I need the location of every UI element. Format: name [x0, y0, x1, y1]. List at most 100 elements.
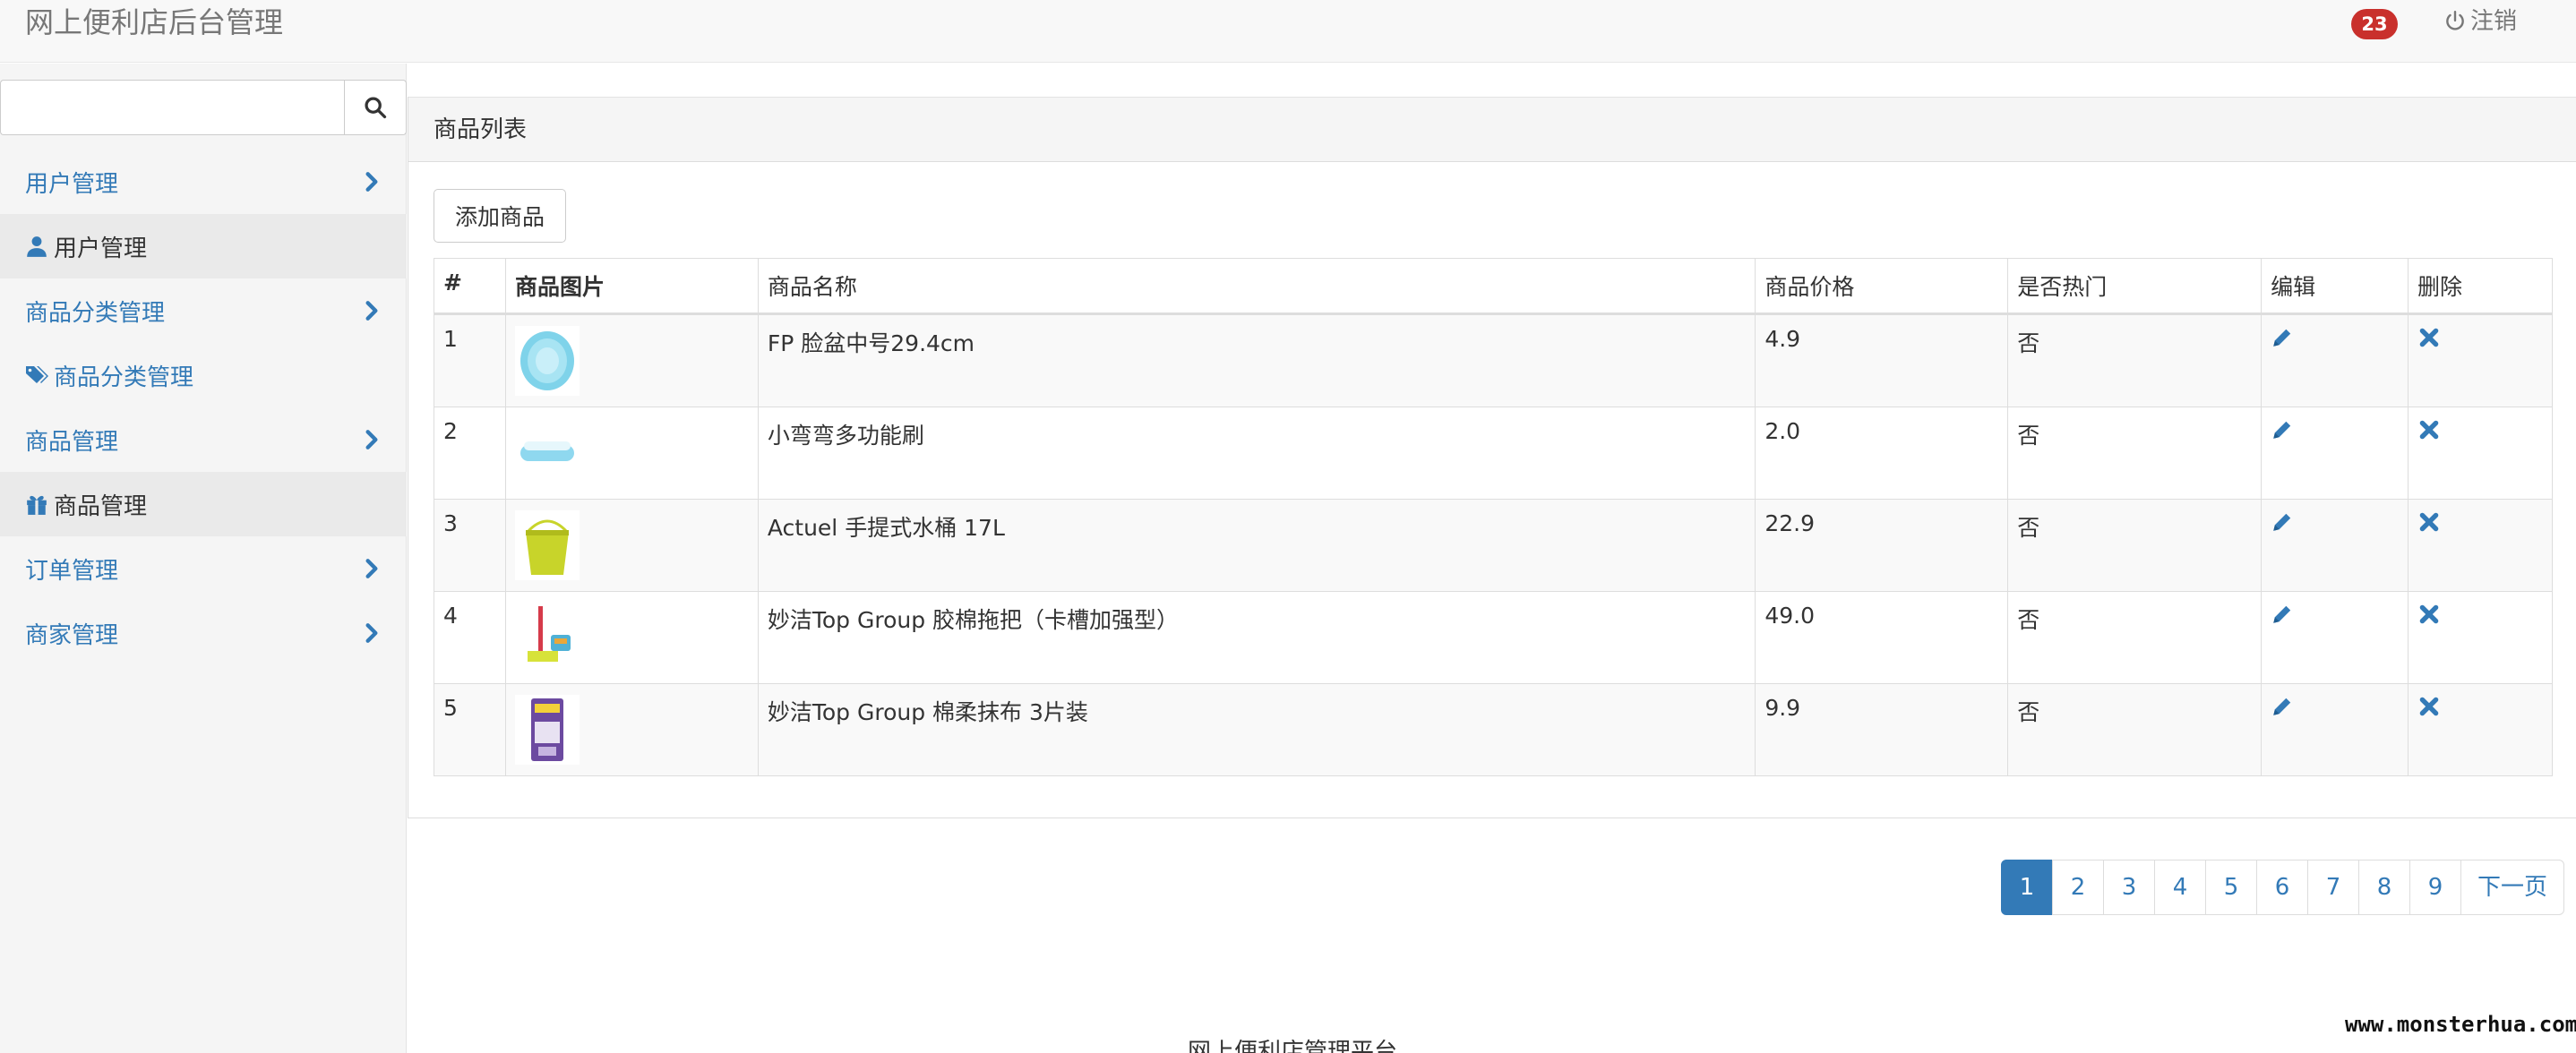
table-row: 5 妙洁Top Group 棉柔抹布 3片装 9.9 否: [434, 683, 2553, 776]
logout-button[interactable]: 注销: [2443, 5, 2517, 38]
brand-title[interactable]: 网上便利店后台管理: [25, 4, 283, 41]
chevron-right-icon: [365, 559, 378, 578]
page-8[interactable]: 8: [2358, 860, 2410, 915]
column-header-hot: 是否热门: [2007, 258, 2263, 315]
row-index: 2: [434, 407, 506, 500]
close-icon[interactable]: [2417, 695, 2441, 718]
table-row: 4 妙洁Top Group 胶棉拖把（卡槽加强型） 49.0 否: [434, 591, 2553, 684]
column-header-price: 商品价格: [1755, 258, 2009, 315]
edit-cell: [2261, 313, 2409, 407]
close-icon[interactable]: [2417, 418, 2441, 441]
logout-label: 注销: [2470, 8, 2518, 35]
chevron-right-icon: [365, 430, 378, 449]
row-index: 3: [434, 499, 506, 592]
mop-icon: [514, 603, 580, 672]
sidebar-item-product-management[interactable]: 商品管理: [0, 407, 407, 472]
pagination: 1 2 3 4 5 6 7 8 9 下一页: [2001, 860, 2565, 915]
sidebar-subitem-label: 用户管理: [54, 235, 148, 262]
page-5[interactable]: 5: [2205, 860, 2257, 915]
panel-title: 商品列表: [408, 98, 2576, 162]
delete-cell: [2408, 591, 2553, 684]
row-hot: 否: [2007, 313, 2263, 407]
user-icon: [27, 236, 47, 257]
page-3[interactable]: 3: [2103, 860, 2155, 915]
close-icon[interactable]: [2417, 326, 2441, 349]
row-image-cell: [504, 591, 759, 684]
row-price: 49.0: [1755, 591, 2009, 684]
next-page-button[interactable]: 下一页: [2460, 860, 2565, 915]
brush-icon: [514, 418, 580, 488]
sidebar-subitem-user-management[interactable]: 用户管理: [0, 214, 407, 278]
column-header-edit: 编辑: [2261, 258, 2409, 315]
notification-badge[interactable]: 23: [2351, 9, 2398, 39]
sidebar-item-merchant-management[interactable]: 商家管理: [0, 601, 407, 665]
page-6[interactable]: 6: [2256, 860, 2308, 915]
row-image-cell: [504, 313, 759, 407]
chevron-right-icon: [365, 172, 378, 192]
pencil-icon[interactable]: [2271, 603, 2294, 626]
row-hot: 否: [2007, 407, 2263, 500]
product-list-panel: 商品列表 添加商品 # 商品图片 商品名称 商品价格 是否热门 编辑 删除 1: [408, 97, 2576, 818]
page-4[interactable]: 4: [2154, 860, 2206, 915]
page-1[interactable]: 1: [2001, 860, 2053, 915]
bucket-icon: [514, 510, 580, 580]
pencil-icon[interactable]: [2271, 510, 2294, 534]
cloth-icon: [514, 695, 580, 765]
pencil-icon[interactable]: [2271, 695, 2294, 718]
sidebar-item-label: 商品分类管理: [25, 299, 166, 327]
pencil-icon[interactable]: [2271, 326, 2294, 349]
edit-cell: [2261, 683, 2409, 776]
search-button[interactable]: [344, 80, 407, 135]
product-table: # 商品图片 商品名称 商品价格 是否热门 编辑 删除 1 FP 脸盆中号29.…: [434, 258, 2553, 776]
search-input[interactable]: [0, 80, 344, 135]
pencil-icon[interactable]: [2271, 418, 2294, 441]
search-icon: [365, 97, 387, 119]
chevron-right-icon: [365, 301, 378, 321]
sidebar-subitem-label: 商品管理: [54, 492, 148, 520]
sidebar: 用户管理 用户管理 商品分类管理 商品分类管理 商品管理 商品管理 订单管理 商…: [0, 64, 407, 1053]
delete-cell: [2408, 499, 2553, 592]
sidebar-subitem-label: 商品分类管理: [54, 364, 194, 391]
sidebar-item-label: 商家管理: [25, 621, 119, 649]
delete-cell: [2408, 407, 2553, 500]
sidebar-search: [0, 80, 407, 135]
column-header-name: 商品名称: [757, 258, 1756, 315]
row-name: 小弯弯多功能刷: [757, 407, 1756, 500]
tags-icon: [26, 366, 48, 383]
row-name: Actuel 手提式水桶 17L: [757, 499, 1756, 592]
close-icon[interactable]: [2417, 603, 2441, 626]
sidebar-item-label: 订单管理: [25, 557, 119, 585]
row-name: 妙洁Top Group 棉柔抹布 3片装: [757, 683, 1756, 776]
row-image-cell: [504, 683, 759, 776]
close-icon[interactable]: [2417, 510, 2441, 534]
table-row: 2 小弯弯多功能刷 2.0 否: [434, 407, 2553, 500]
row-index: 1: [434, 313, 506, 407]
footer-text: 网上便利店管理平台: [1188, 1039, 1398, 1053]
row-index: 5: [434, 683, 506, 776]
sidebar-item-order-management[interactable]: 订单管理: [0, 536, 407, 601]
edit-cell: [2261, 407, 2409, 500]
page-7[interactable]: 7: [2307, 860, 2359, 915]
sidebar-subitem-product-management[interactable]: 商品管理: [0, 472, 407, 536]
sidebar-item-label: 用户管理: [25, 170, 119, 198]
sidebar-item-category-management[interactable]: 商品分类管理: [0, 278, 407, 343]
top-navbar: 网上便利店后台管理 23 注销: [0, 0, 2576, 63]
row-name: FP 脸盆中号29.4cm: [757, 313, 1756, 407]
delete-cell: [2408, 313, 2553, 407]
row-image-cell: [504, 499, 759, 592]
row-price: 4.9: [1755, 313, 2009, 407]
row-price: 2.0: [1755, 407, 2009, 500]
sidebar-item-label: 商品管理: [25, 428, 119, 456]
page-2[interactable]: 2: [2052, 860, 2104, 915]
row-hot: 否: [2007, 683, 2263, 776]
column-header-image: 商品图片: [504, 258, 759, 315]
basin-icon: [514, 326, 580, 396]
add-product-button[interactable]: 添加商品: [434, 189, 566, 243]
row-name: 妙洁Top Group 胶棉拖把（卡槽加强型）: [757, 591, 1756, 684]
row-index: 4: [434, 591, 506, 684]
row-price: 22.9: [1755, 499, 2009, 592]
sidebar-item-user-management[interactable]: 用户管理: [0, 150, 407, 214]
sidebar-subitem-category-management[interactable]: 商品分类管理: [0, 343, 407, 407]
row-hot: 否: [2007, 591, 2263, 684]
page-9[interactable]: 9: [2409, 860, 2461, 915]
